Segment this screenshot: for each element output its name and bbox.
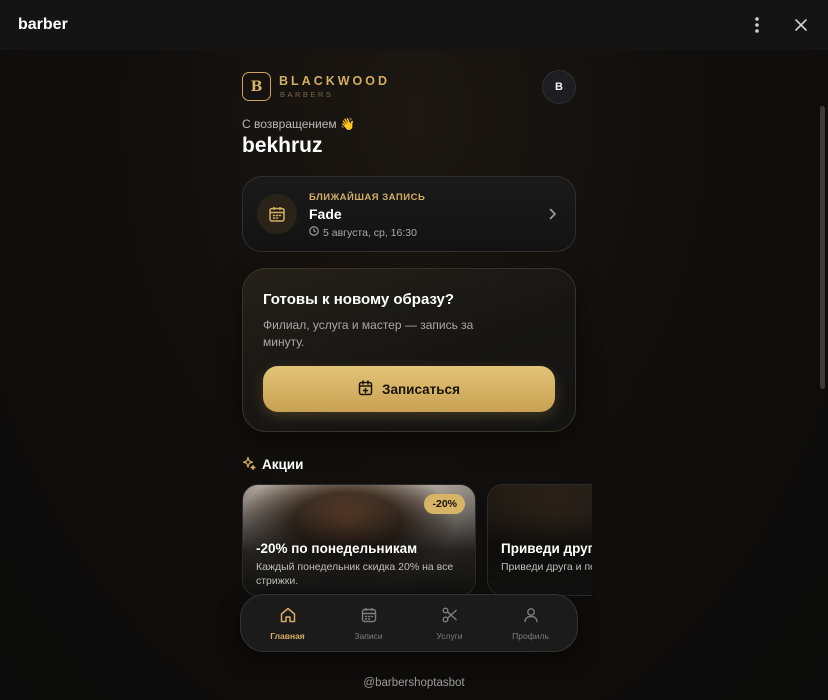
window-title: barber — [18, 16, 68, 33]
sparkles-icon — [242, 456, 256, 473]
promo-description: Каждый понедельник скидка 20% на все стр… — [256, 561, 454, 587]
book-button-label: Записаться — [382, 381, 460, 397]
promos-carousel[interactable]: -20% -20% по понедельникам Каждый понеде… — [242, 484, 592, 700]
bottom-navigation: Главная Записи Услуги Профиль — [240, 594, 578, 652]
avatar[interactable]: B — [542, 70, 576, 104]
more-vertical-icon[interactable] — [748, 16, 766, 34]
title-bar: barber — [0, 0, 828, 50]
booking-title: Готовы к новому образу? — [263, 291, 455, 308]
welcome-text: С возвращением 👋 — [242, 117, 355, 131]
nav-item-profile[interactable]: Профиль — [492, 606, 570, 641]
scrollbar[interactable] — [820, 106, 825, 389]
clock-icon — [309, 226, 319, 239]
booking-description: Филиал, услуга и мастер — запись за мину… — [263, 318, 474, 349]
promos-heading-label: Акции — [262, 457, 304, 472]
promo-card[interactable]: Приведи друга Приведи друга и получи ски… — [487, 484, 592, 596]
appointment-kicker: БЛИЖАЙШАЯ ЗАПИСЬ — [309, 192, 426, 203]
nav-label: Профиль — [512, 630, 549, 641]
appointment-service: Fade — [309, 206, 342, 222]
promos-heading: Акции — [242, 456, 303, 473]
brand-name: BLACKWOOD — [279, 74, 391, 88]
nav-label: Записи — [354, 630, 383, 641]
promo-title: -20% по понедельникам — [256, 541, 418, 556]
header: B BLACKWOOD BARBERS B — [242, 70, 576, 104]
brand-subtitle: BARBERS — [280, 90, 334, 99]
calendar-icon — [360, 606, 378, 626]
brand-logo: B — [242, 72, 271, 101]
chevron-right-icon — [549, 207, 557, 225]
promo-title: Приведи друга — [501, 541, 592, 556]
booking-card: Готовы к новому образу? Филиал, услуга и… — [242, 268, 576, 432]
bot-handle: @barbershoptasbot — [363, 677, 465, 689]
close-icon[interactable] — [792, 16, 810, 34]
home-icon — [279, 606, 297, 626]
promo-card[interactable]: -20% -20% по понедельникам Каждый понеде… — [242, 484, 476, 596]
scissors-icon — [441, 606, 459, 626]
appointment-time: 5 августа, ср, 16:30 — [309, 226, 417, 239]
nav-item-services[interactable]: Услуги — [411, 606, 489, 641]
appointment-datetime: 5 августа, ср, 16:30 — [323, 226, 417, 239]
calendar-icon — [257, 194, 297, 234]
user-name: bekhruz — [242, 134, 323, 157]
user-icon — [522, 606, 540, 626]
nav-label: Главная — [270, 630, 305, 641]
nav-label: Услуги — [436, 630, 463, 641]
nav-item-home[interactable]: Главная — [249, 606, 327, 641]
nav-item-bookings[interactable]: Записи — [330, 606, 408, 641]
discount-badge: -20% — [424, 494, 465, 514]
calendar-plus-icon — [358, 379, 374, 399]
next-appointment-card[interactable]: БЛИЖАЙШАЯ ЗАПИСЬ Fade 5 августа, ср, 16:… — [242, 176, 576, 252]
promo-description: Приведи друга и получи скидку на счёт. — [501, 561, 592, 573]
book-button[interactable]: Записаться — [263, 366, 555, 412]
